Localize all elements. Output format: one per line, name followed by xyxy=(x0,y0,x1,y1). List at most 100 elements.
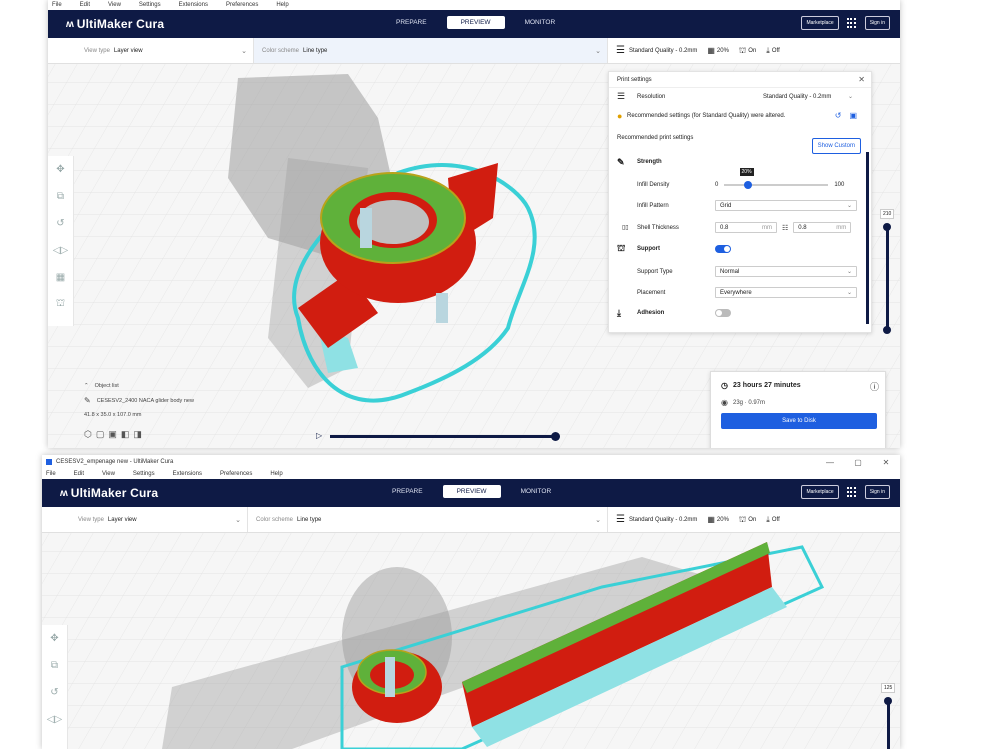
minimize-button[interactable]: — xyxy=(816,458,844,467)
marketplace-button[interactable]: Marketplace xyxy=(801,16,839,30)
menu-file[interactable]: File xyxy=(46,469,56,479)
menu-extensions[interactable]: Extensions xyxy=(173,469,202,479)
print-setup-selector[interactable]: ☰ Standard Quality - 0.2mm ▦ 20% ⛫ On ⤓ Off xyxy=(608,507,788,532)
adhesion-label: Adhesion xyxy=(637,310,665,316)
apps-grid-icon[interactable] xyxy=(846,487,857,497)
show-custom-button[interactable]: Show Custom xyxy=(811,138,861,154)
placement-label: Placement xyxy=(637,289,666,296)
spool-icon: ◉ xyxy=(721,398,728,407)
layer-slider-track[interactable] xyxy=(887,699,890,749)
quality-profile: Standard Quality - 0.2mm xyxy=(628,47,698,54)
save-profile-icon[interactable]: ▣ xyxy=(849,111,857,120)
apps-grid-icon[interactable] xyxy=(846,18,857,28)
view-type-dropdown[interactable]: View type Layer view ⌄ xyxy=(76,38,254,63)
infill-density-slider[interactable]: 20% xyxy=(724,168,829,190)
slider-thumb[interactable] xyxy=(743,181,752,189)
ultimaker-logo-icon: ʍ xyxy=(66,18,74,30)
layer-slider-bottom-handle[interactable] xyxy=(883,326,891,334)
color-scheme-dropdown[interactable]: Color scheme Line type ⌄ xyxy=(248,507,608,532)
support-blocker-icon[interactable]: ⛫ xyxy=(48,291,73,318)
info-icon[interactable]: ⓘ xyxy=(870,380,879,393)
top-bottom-thickness-input[interactable]: 0.8 mm xyxy=(793,222,852,233)
wrench-icon: ✎ xyxy=(617,156,625,167)
tab-prepare[interactable]: PREPARE xyxy=(378,485,437,498)
move-icon[interactable]: ✥ xyxy=(48,156,73,183)
marketplace-button[interactable]: Marketplace xyxy=(801,485,839,499)
save-to-disk-button[interactable]: Save to Disk xyxy=(721,413,877,429)
panel-scrollbar[interactable] xyxy=(866,152,869,324)
pencil-icon[interactable]: ✎ xyxy=(84,396,91,405)
wall-thickness-input[interactable]: 0.8 mm xyxy=(715,222,777,233)
infill-pattern-value: Grid xyxy=(720,202,732,209)
menu-settings[interactable]: Settings xyxy=(133,469,155,479)
print-setup-selector[interactable]: ☰ Standard Quality - 0.2mm ▦ 20% ⛫ On ⤓ Off xyxy=(608,38,788,63)
menu-edit[interactable]: Edit xyxy=(74,469,84,479)
move-icon[interactable]: ✥ xyxy=(42,625,67,652)
menu-file[interactable]: File xyxy=(52,0,62,10)
support-toggle[interactable] xyxy=(715,245,731,253)
view-front-icon[interactable]: ▢ xyxy=(96,429,105,440)
infill-max-label: 100 xyxy=(834,182,845,188)
mirror-icon[interactable]: ◁▷ xyxy=(48,237,73,264)
menu-edit[interactable]: Edit xyxy=(80,0,90,10)
tab-preview[interactable]: PREVIEW xyxy=(446,16,505,29)
color-scheme-label: Color scheme xyxy=(262,47,300,54)
resolution-dropdown[interactable]: Standard Quality - 0.2mm ⌄ xyxy=(759,91,857,102)
app-logo: ʍ UltiMaker Cura xyxy=(60,486,158,500)
placement-value: Everywhere xyxy=(720,289,752,296)
unit-label: mm xyxy=(762,224,772,231)
close-icon[interactable]: ✕ xyxy=(858,75,865,84)
menu-help[interactable]: Help xyxy=(276,0,288,10)
view-right-icon[interactable]: ◨ xyxy=(133,429,142,440)
layer-view-viewport[interactable]: View type Layer view ⌄ Color scheme Line… xyxy=(48,38,900,448)
tab-preview[interactable]: PREVIEW xyxy=(442,485,501,498)
object-list-label: Object list xyxy=(94,383,119,389)
view-3d-icon[interactable]: ⬡ xyxy=(84,429,92,440)
adhesion-toggle[interactable] xyxy=(715,309,731,317)
menu-preferences[interactable]: Preferences xyxy=(220,469,252,479)
layer-view-viewport[interactable]: View type Layer view ⌄ Color scheme Line… xyxy=(42,507,900,749)
object-list: ⌃ Object list ✎ CESESV2_2400 NACA glider b… xyxy=(84,383,194,425)
sign-in-button[interactable]: Sign in xyxy=(864,16,890,30)
layer-slider-top-handle[interactable] xyxy=(883,223,891,231)
menu-settings[interactable]: Settings xyxy=(139,0,161,10)
rotate-icon[interactable]: ↺ xyxy=(42,679,67,706)
menu-preferences[interactable]: Preferences xyxy=(226,0,258,10)
view-type-dropdown[interactable]: View type Layer view ⌄ xyxy=(70,507,248,532)
menu-view[interactable]: View xyxy=(102,469,115,479)
adhesion-icon: ⤓ xyxy=(766,45,770,55)
maximize-button[interactable]: ▢ xyxy=(844,458,872,467)
play-icon[interactable]: ▷ xyxy=(316,431,322,440)
menu-help[interactable]: Help xyxy=(270,469,282,479)
view-left-icon[interactable]: ◧ xyxy=(121,429,130,440)
mirror-icon[interactable]: ◁▷ xyxy=(42,706,67,733)
close-window-button[interactable]: ✕ xyxy=(872,458,900,467)
per-model-settings-icon[interactable]: ▦ xyxy=(48,264,73,291)
view-top-icon[interactable]: ▣ xyxy=(108,429,117,440)
tab-monitor[interactable]: MONITOR xyxy=(507,485,566,498)
sign-in-button[interactable]: Sign in xyxy=(864,485,890,499)
infill-summary-value: 20% xyxy=(716,516,729,523)
tab-monitor[interactable]: MONITOR xyxy=(511,16,570,29)
support-type-dropdown[interactable]: Normal ⌄ xyxy=(715,266,857,277)
color-scheme-dropdown[interactable]: Color scheme Line type ⌄ xyxy=(254,38,608,63)
scale-icon[interactable]: ⧉ xyxy=(42,652,67,679)
strength-label: Strength xyxy=(637,159,662,165)
path-slider-track[interactable] xyxy=(330,435,554,438)
print-settings-title: Print settings xyxy=(609,72,871,88)
path-slider-handle[interactable] xyxy=(551,432,560,441)
layer-slider-top-handle[interactable] xyxy=(884,697,892,705)
layer-slider-track[interactable] xyxy=(886,224,889,330)
reset-icon[interactable]: ↺ xyxy=(835,111,842,120)
ultimaker-logo-icon: ʍ xyxy=(60,487,68,499)
infill-pattern-dropdown[interactable]: Grid ⌄ xyxy=(715,200,857,211)
tab-prepare[interactable]: PREPARE xyxy=(382,16,441,29)
placement-dropdown[interactable]: Everywhere ⌄ xyxy=(715,287,857,298)
warning-text: Recommended settings (for Standard Quali… xyxy=(627,112,786,119)
menu-view[interactable]: View xyxy=(108,0,121,10)
scale-icon[interactable]: ⧉ xyxy=(48,183,73,210)
rotate-icon[interactable]: ↺ xyxy=(48,210,73,237)
menu-extensions[interactable]: Extensions xyxy=(179,0,208,10)
object-list-header[interactable]: ⌃ Object list xyxy=(84,383,194,389)
slider-value-tooltip: 20% xyxy=(739,168,754,176)
